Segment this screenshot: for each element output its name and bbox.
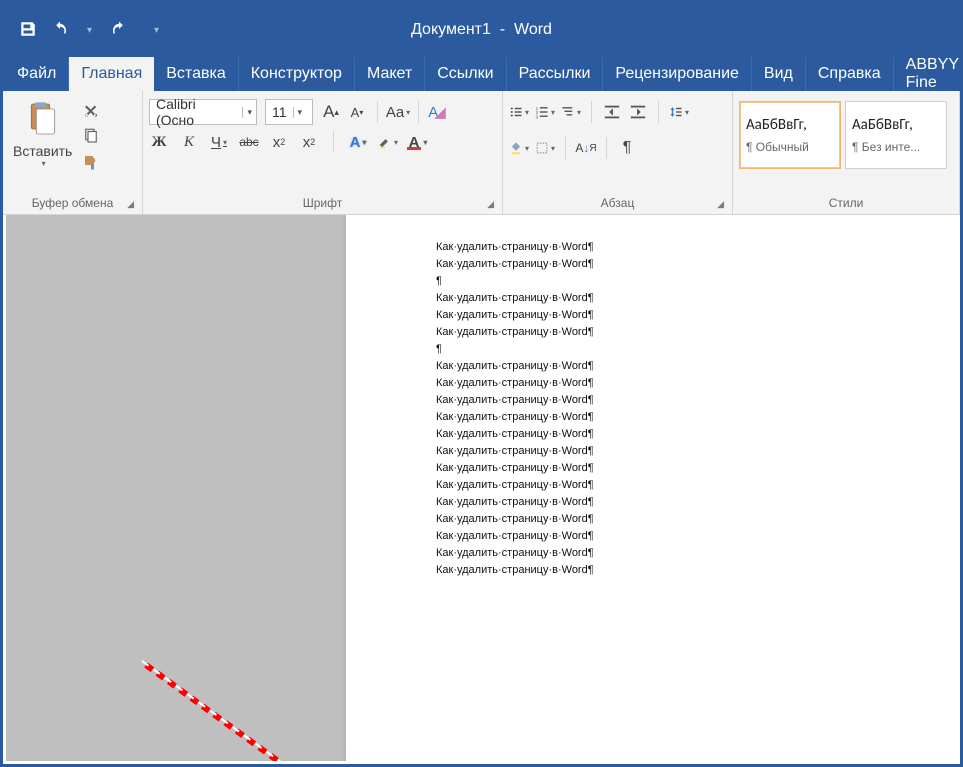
shrink-font-icon[interactable]: A▾ (347, 102, 367, 122)
doc-line[interactable]: Как·удалить·страницу·в·Word¶ (436, 256, 956, 273)
style-preview: АаБбВвГг, (746, 116, 834, 134)
font-color-icon[interactable]: A▾ (408, 132, 428, 152)
tab-review[interactable]: Рецензирование (603, 57, 752, 91)
tab-mailings[interactable]: Рассылки (507, 57, 604, 91)
doc-line[interactable]: Как·удалить·страницу·в·Word¶ (436, 290, 956, 307)
tab-file[interactable]: Файл (5, 57, 69, 91)
page[interactable]: Как·удалить·страницу·в·Word¶Как·удалить·… (346, 215, 957, 761)
tab-layout[interactable]: Макет (355, 57, 425, 91)
doc-line[interactable]: Как·удалить·страницу·в·Word¶ (436, 511, 956, 528)
doc-line[interactable]: ¶ (436, 273, 956, 290)
group-label-styles: Стили (739, 194, 953, 212)
quick-access-toolbar: ▾ ▾ (19, 20, 163, 41)
group-font: Calibri (Осно▾ 11▾ A▴ A▾ Aa▾ A◢ Ж К Ч▾ a… (143, 91, 503, 214)
cut-icon[interactable] (82, 101, 100, 119)
doc-line[interactable]: Как·удалить·страницу·в·Word¶ (436, 392, 956, 409)
doc-line[interactable]: Как·удалить·страницу·в·Word¶ (436, 443, 956, 460)
group-label-font: Шрифт ◢ (149, 194, 496, 212)
doc-line[interactable]: Как·удалить·страницу·в·Word¶ (436, 460, 956, 477)
dec-indent-icon[interactable] (602, 102, 622, 122)
style-name: ¶ Обычный (746, 140, 834, 154)
clear-format-icon[interactable]: A◢ (429, 102, 449, 122)
numbering-icon[interactable]: 123▾ (535, 102, 555, 122)
undo-icon[interactable] (51, 20, 69, 41)
tab-home[interactable]: Главная (69, 57, 154, 91)
subscript-button[interactable]: x2 (269, 132, 289, 152)
doc-line[interactable]: Как·удалить·страницу·в·Word¶ (436, 528, 956, 545)
group-styles: АаБбВвГг, ¶ Обычный АаБбВвГг, ¶ Без инте… (733, 91, 960, 214)
style-name: ¶ Без инте... (852, 140, 940, 154)
style-normal[interactable]: АаБбВвГг, ¶ Обычный (739, 101, 841, 169)
bullets-icon[interactable]: ▾ (509, 102, 529, 122)
sort-icon[interactable]: А↓Я (576, 138, 596, 158)
borders-icon[interactable]: ▾ (535, 138, 555, 158)
group-paragraph: ▾ 123▾ ▾ ▾ ▾ ▾ А↓Я ¶ Абзац ◢ (503, 91, 733, 214)
tab-view[interactable]: Вид (752, 57, 806, 91)
group-label-clipboard: Буфер обмена ◢ (9, 194, 136, 212)
tab-abbyy[interactable]: ABBYY Fine (894, 57, 963, 91)
titlebar: ▾ ▾ Документ1 - Word (3, 3, 960, 57)
doc-line[interactable]: Как·удалить·страницу·в·Word¶ (436, 562, 956, 579)
doc-line[interactable]: Как·удалить·страницу·в·Word¶ (436, 409, 956, 426)
dropdown-icon[interactable]: ▾ (87, 25, 92, 36)
redo-icon[interactable] (110, 20, 128, 41)
group-clipboard: Вставить ▾ Буфер обмена ◢ (3, 91, 143, 214)
style-nospacing[interactable]: АаБбВвГг, ¶ Без инте... (845, 101, 947, 169)
paste-icon (21, 97, 65, 141)
change-case-icon[interactable]: Aa▾ (388, 102, 408, 122)
grow-font-icon[interactable]: A▴ (321, 102, 341, 122)
tab-insert[interactable]: Вставка (154, 57, 238, 91)
paste-label: Вставить (13, 143, 72, 159)
launcher-icon[interactable]: ◢ (127, 199, 134, 210)
ribbon-tabs: Файл Главная Вставка Конструктор Макет С… (3, 57, 960, 91)
dropdown-icon[interactable]: ▾ (42, 159, 46, 168)
doc-line[interactable]: Как·удалить·страницу·в·Word¶ (436, 494, 956, 511)
line-spacing-icon[interactable]: ▾ (669, 102, 689, 122)
doc-line[interactable]: Как·удалить·страницу·в·Word¶ (436, 477, 956, 494)
ribbon: Вставить ▾ Буфер обмена ◢ (3, 91, 960, 215)
italic-button[interactable]: К (179, 132, 199, 152)
font-size-combo[interactable]: 11▾ (265, 99, 313, 125)
document-area[interactable]: Как·удалить·страницу·в·Word¶Как·удалить·… (6, 215, 957, 761)
style-preview: АаБбВвГг, (852, 116, 940, 134)
superscript-button[interactable]: x2 (299, 132, 319, 152)
pilcrow-icon[interactable]: ¶ (617, 138, 637, 158)
highlight-icon[interactable]: ▾ (378, 132, 398, 152)
doc-line[interactable]: Как·удалить·страницу·в·Word¶ (436, 239, 956, 256)
tab-references[interactable]: Ссылки (425, 57, 506, 91)
copy-icon[interactable] (82, 127, 100, 145)
group-label-paragraph: Абзац ◢ (509, 194, 726, 212)
tab-help[interactable]: Справка (806, 57, 894, 91)
font-name-combo[interactable]: Calibri (Осно▾ (149, 99, 257, 125)
paste-button[interactable]: Вставить ▾ (9, 95, 76, 168)
text-effects-icon[interactable]: A▾ (348, 132, 368, 152)
underline-button[interactable]: Ч▾ (209, 132, 229, 152)
multilevel-icon[interactable]: ▾ (561, 102, 581, 122)
tab-design[interactable]: Конструктор (239, 57, 355, 91)
bold-button[interactable]: Ж (149, 132, 169, 152)
doc-line[interactable]: Как·удалить·страницу·в·Word¶ (436, 545, 956, 562)
inc-indent-icon[interactable] (628, 102, 648, 122)
shading-icon[interactable]: ▾ (509, 138, 529, 158)
doc-line[interactable]: Как·удалить·страницу·в·Word¶ (436, 426, 956, 443)
launcher-icon[interactable]: ◢ (717, 199, 724, 210)
format-painter-icon[interactable] (82, 153, 100, 171)
strike-button[interactable]: abc (239, 132, 259, 152)
doc-line[interactable]: ¶ (436, 341, 956, 358)
doc-line[interactable]: Как·удалить·страницу·в·Word¶ (436, 307, 956, 324)
doc-line[interactable]: Как·удалить·страницу·в·Word¶ (436, 358, 956, 375)
launcher-icon[interactable]: ◢ (487, 199, 494, 210)
customize-qat-icon[interactable]: ▾ (154, 25, 159, 36)
doc-line[interactable]: Как·удалить·страницу·в·Word¶ (436, 324, 956, 341)
doc-line[interactable]: Как·удалить·страницу·в·Word¶ (436, 375, 956, 392)
save-icon[interactable] (19, 20, 37, 41)
svg-text:3: 3 (536, 114, 539, 119)
